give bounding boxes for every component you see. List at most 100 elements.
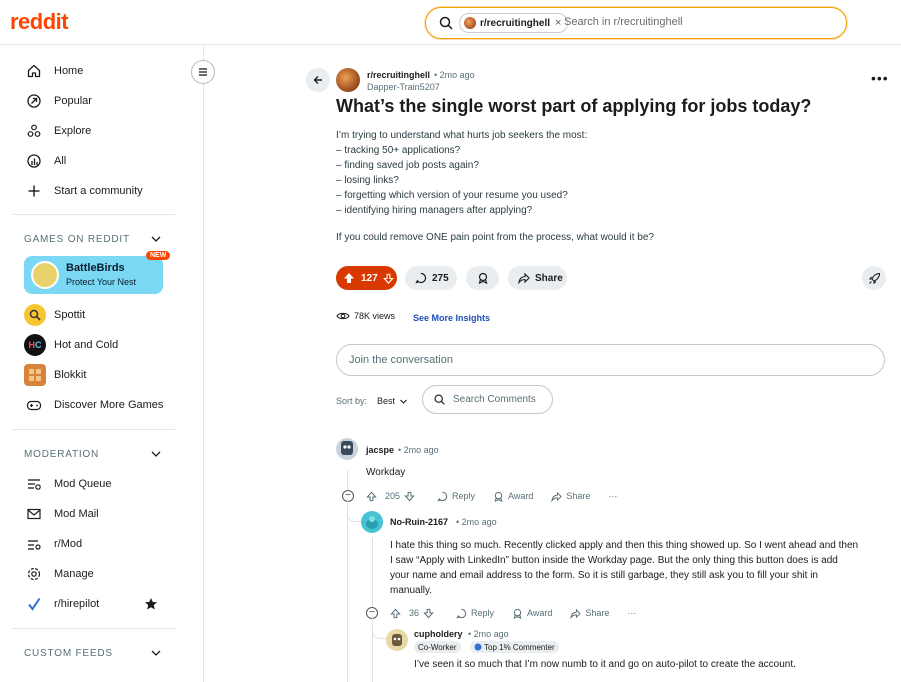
reply-button[interactable]: Reply [437,491,475,502]
search-bar[interactable]: r/recruitinghell × Search in r/recruitin… [425,7,847,39]
comment-icon [415,272,427,284]
search-icon [434,394,445,405]
snoo-avatar-icon [366,516,378,529]
comment-text: Workday [366,467,406,478]
comment-text: manually. [390,585,433,596]
sidebar-item-mod-queue[interactable]: Mod Queue [24,472,111,496]
chip-close-icon[interactable]: × [555,17,561,29]
search-comments-button[interactable]: Search Comments [422,385,553,414]
comment-time: • 2mo ago [456,517,497,527]
boost-button[interactable] [862,266,886,290]
comment-time: • 2mo ago [398,445,439,455]
share-button[interactable]: Share [508,266,567,290]
downvote-icon[interactable] [404,491,415,502]
top-commenter-badge: Top 1% Commenter [470,641,559,653]
post-body-line: I’m trying to understand what hurts job … [336,130,588,141]
join-conversation-input[interactable]: Join the conversation [336,344,885,376]
more-options-icon[interactable]: ••• [871,70,889,86]
comment-time: • 2mo ago [468,629,509,639]
sidebar-item-discover-games[interactable]: Discover More Games [24,393,163,417]
award-icon [513,608,522,619]
hot-and-cold-icon: HC [24,334,46,356]
search-input[interactable]: Search in r/recruitinghell [564,16,683,28]
share-button[interactable]: Share [570,608,609,619]
sidebar-item-label: Manage [54,568,94,580]
downvote-icon[interactable] [423,608,434,619]
post-time: • 2mo ago [434,70,475,80]
arrow-left-icon [313,76,322,84]
sidebar-item-home[interactable]: Home [24,59,83,83]
games-section-title[interactable]: GAMES ON REDDIT [24,234,130,245]
share-label: Share [535,272,563,284]
custom-feeds-section-title[interactable]: CUSTOM FEEDS [24,648,113,659]
sidebar-item-popular[interactable]: Popular [24,89,92,113]
comment-icon [437,491,448,502]
post-subreddit[interactable]: r/recruitinghell [367,70,430,80]
star-icon[interactable] [144,597,158,611]
chevron-down-icon[interactable] [150,448,162,460]
downvote-icon[interactable] [382,273,394,284]
battlebirds-card[interactable]: BattleBirds Protect Your Nest NEW [24,251,171,294]
sidebar-item-start-community[interactable]: Start a community [24,179,143,203]
share-label: Share [585,608,610,618]
sidebar-item-mod-mail[interactable]: Mod Mail [24,502,99,526]
subreddit-avatar[interactable] [336,68,360,92]
see-more-insights-link[interactable]: See More Insights [413,313,490,323]
upvote-icon[interactable] [366,491,377,502]
share-label: Share [566,491,591,501]
reddit-logo[interactable]: reddit [10,9,69,35]
chip-label: r/recruitinghell [480,17,551,29]
reply-button[interactable]: Reply [456,608,494,619]
post-body-line: – finding saved job posts again? [336,160,479,171]
mod-queue-icon [24,474,44,494]
snoo-avatar-icon [341,441,353,455]
award-icon [494,491,503,502]
sidebar-item-label: Explore [54,125,92,137]
sidebar-item-hot-and-cold[interactable]: HC Hot and Cold [24,333,118,357]
comment-username[interactable]: No-Ruin-2167 [390,517,448,527]
chevron-down-icon [400,399,407,404]
comment-avatar[interactable] [336,438,358,460]
search-icon [439,16,453,30]
sidebar-item-blokkit[interactable]: Blokkit [24,363,86,387]
comment-vote: 205 [366,491,419,502]
comment-username[interactable]: cupholdery [414,629,463,639]
sidebar-item-label: Discover More Games [54,399,164,411]
post-body-line: – forgetting which version of your resum… [336,190,568,201]
comment-username[interactable]: jacspe [366,445,394,455]
sidebar-collapse-button[interactable] [191,60,215,84]
comments-button[interactable]: 275 [405,266,457,290]
share-button[interactable]: Share [551,491,590,502]
chevron-down-icon[interactable] [150,233,162,245]
more-options-icon[interactable]: ··· [627,608,636,618]
sidebar-item-all[interactable]: All [24,149,66,173]
new-badge: NEW [146,251,171,260]
award-button[interactable] [466,266,499,290]
comment-text: I saw “Apply with LinkedIn” button insid… [390,555,838,566]
upvote-icon[interactable] [390,608,401,619]
award-button[interactable]: Award [512,608,552,619]
comment-avatar[interactable] [361,511,383,533]
sidebar-item-label: All [54,155,67,167]
rocket-icon [868,272,880,284]
sort-dropdown[interactable]: Best [377,396,408,406]
views-row: 78K views [336,311,395,321]
back-button[interactable] [306,68,330,92]
post-author[interactable]: Dapper-Train5207 [367,82,440,92]
sidebar-item-r-mod[interactable]: r/Mod [24,532,82,556]
sidebar-divider [12,214,175,215]
award-button[interactable]: Award [493,491,533,502]
more-options-icon[interactable]: ··· [608,491,617,501]
sidebar-item-explore[interactable]: Explore [24,119,91,143]
moderation-section-title[interactable]: MODERATION [24,449,99,460]
sidebar-item-manage[interactable]: Manage [24,562,94,586]
subreddit-search-chip[interactable]: r/recruitinghell × [459,13,569,33]
upvote-icon[interactable] [343,272,355,284]
sidebar-item-spottit[interactable]: Spottit [24,303,85,327]
comment-avatar[interactable] [386,629,408,651]
comment-text: I’ve seen it so much that I’m now numb t… [414,659,796,670]
sidebar-item-r-hirepilot[interactable]: r/hirepilot [24,592,164,616]
chevron-down-icon[interactable] [150,647,162,659]
sidebar-item-label: r/hirepilot [54,598,100,610]
vote-count: 127 [361,272,378,284]
